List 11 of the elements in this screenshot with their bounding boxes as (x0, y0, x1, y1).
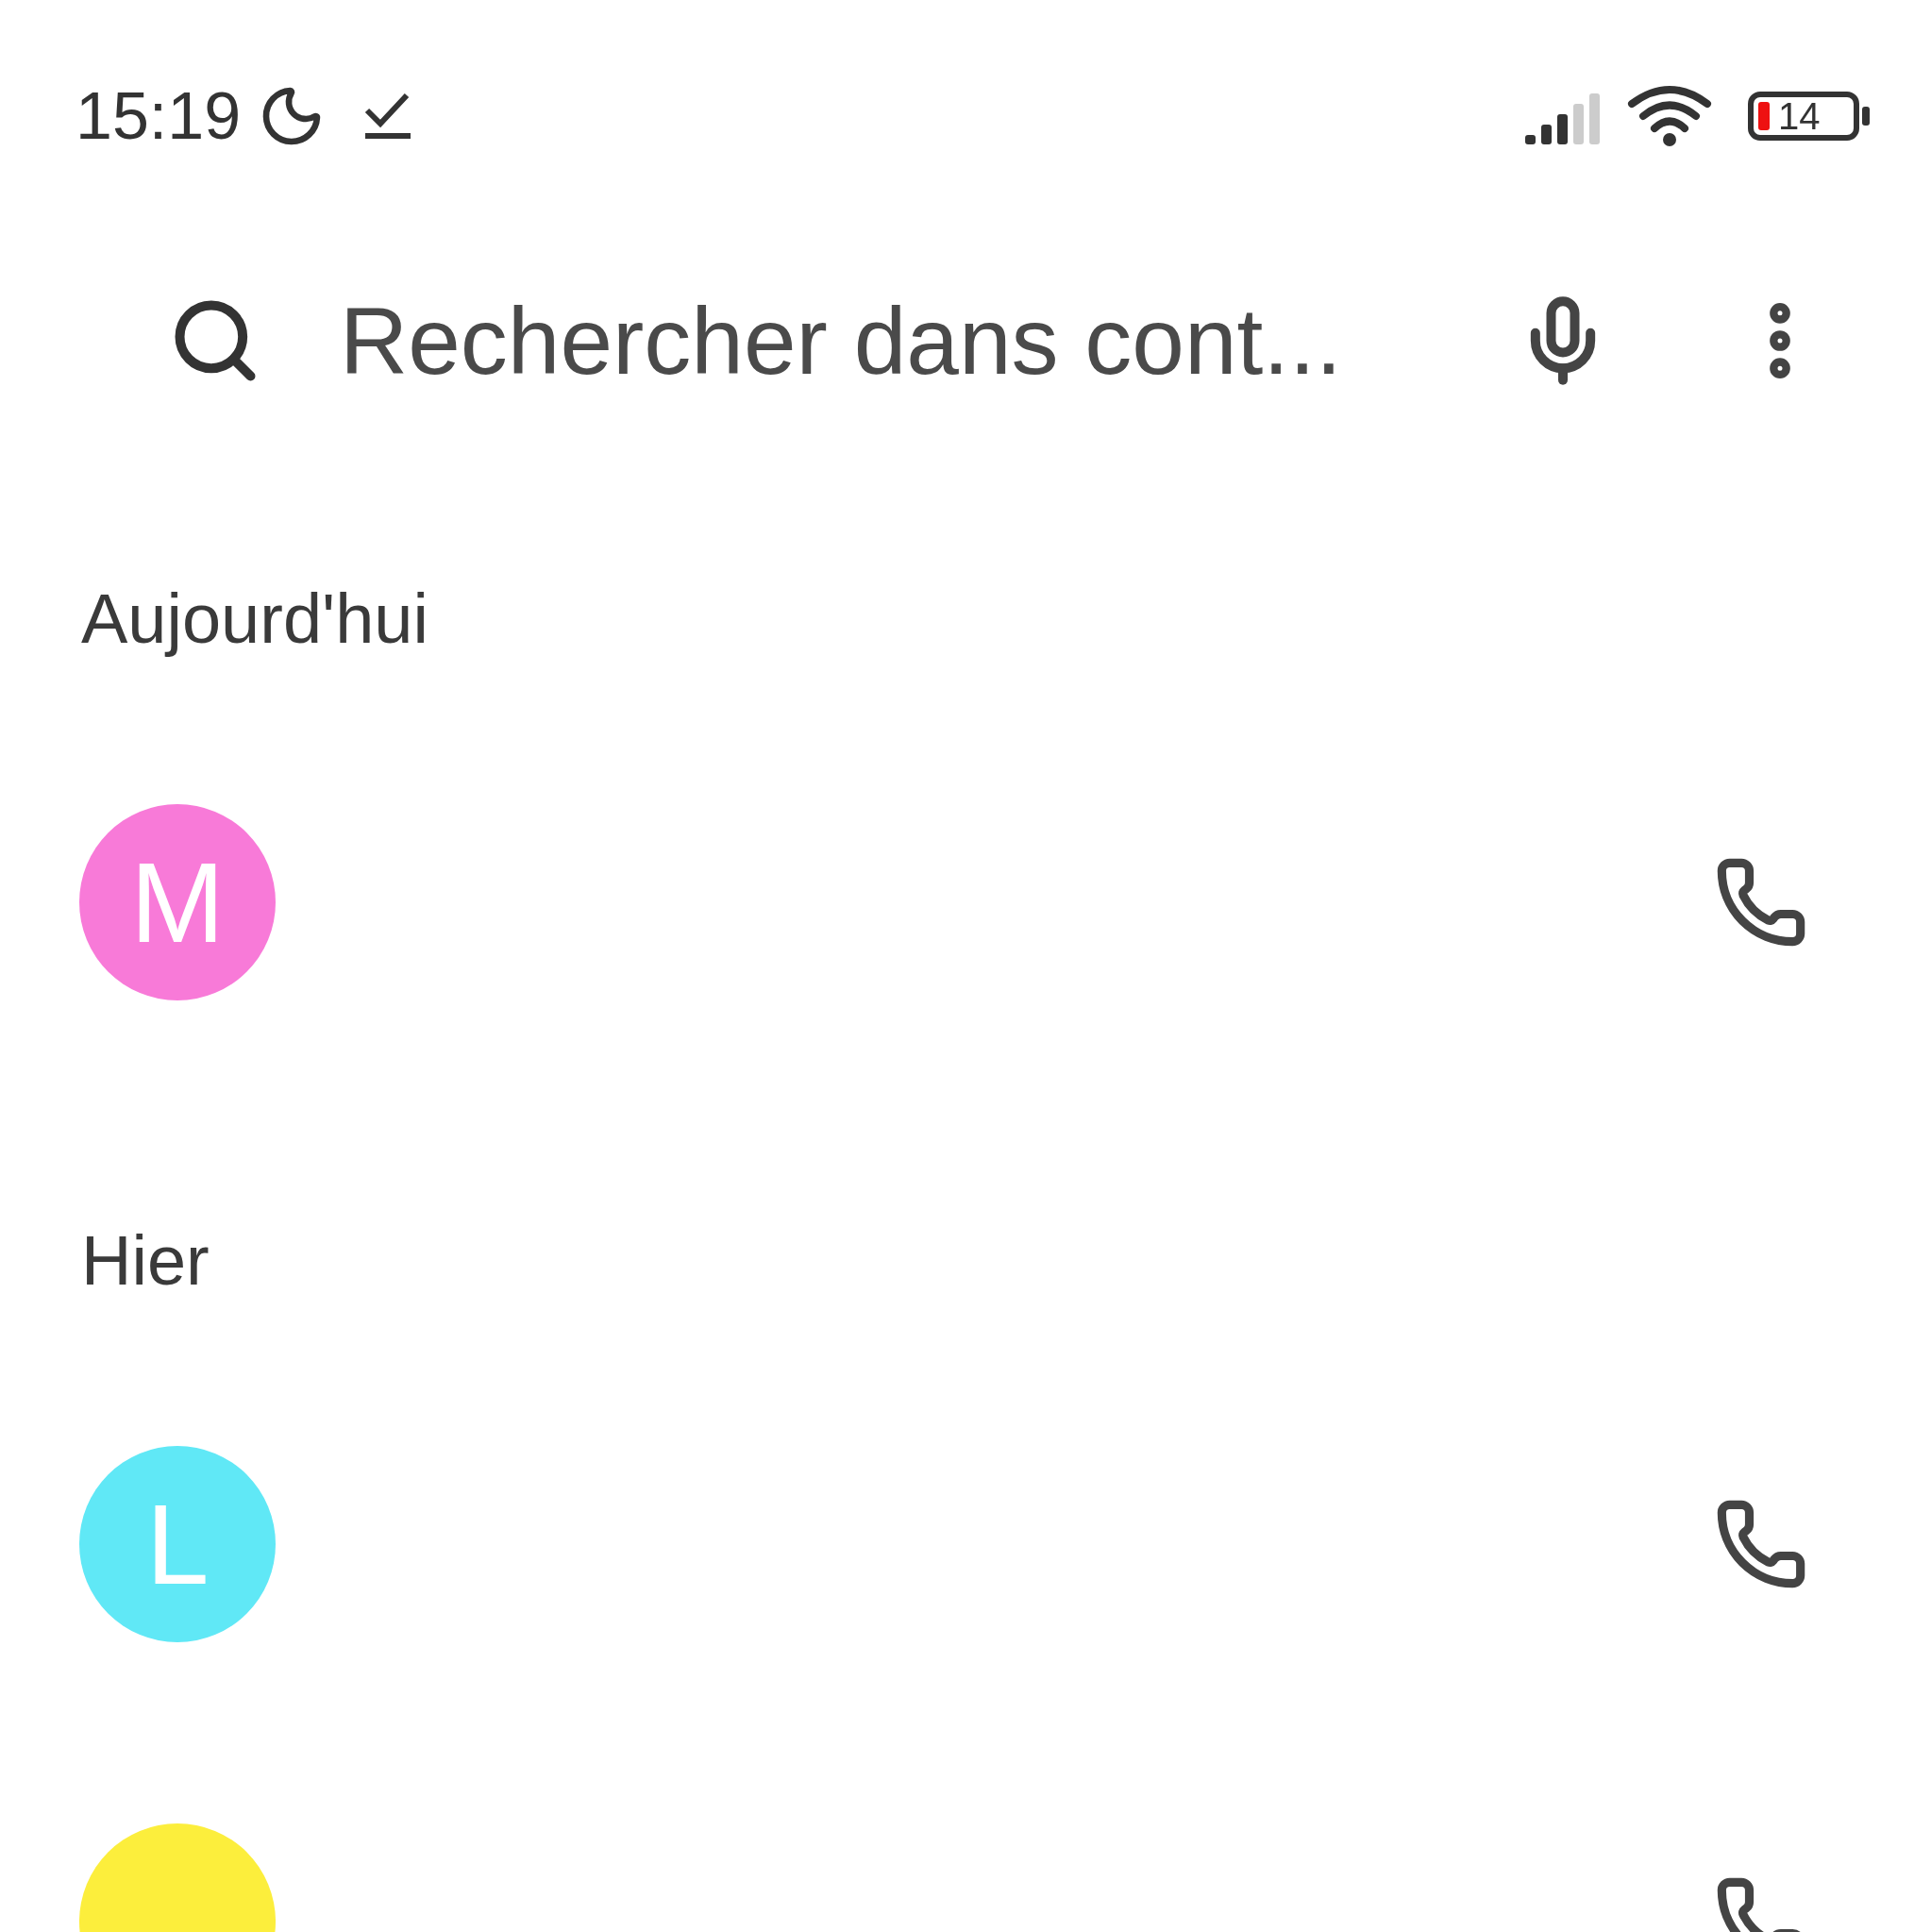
avatar-initial: M (130, 846, 225, 959)
avatar-initial: L (145, 1487, 210, 1601)
section-header: Hier (81, 1223, 210, 1299)
status-time: 15:19 (76, 78, 242, 154)
battery-icon (1748, 92, 1872, 141)
contact-avatar[interactable]: L (79, 1446, 276, 1642)
battery-level: 14 (1778, 95, 1821, 137)
section-header: Aujourd'hui (81, 581, 428, 657)
search-field[interactable]: Rechercher dans cont... (338, 285, 1478, 396)
wifi-icon (1627, 83, 1712, 149)
contact-avatar[interactable]: M (79, 804, 276, 1000)
